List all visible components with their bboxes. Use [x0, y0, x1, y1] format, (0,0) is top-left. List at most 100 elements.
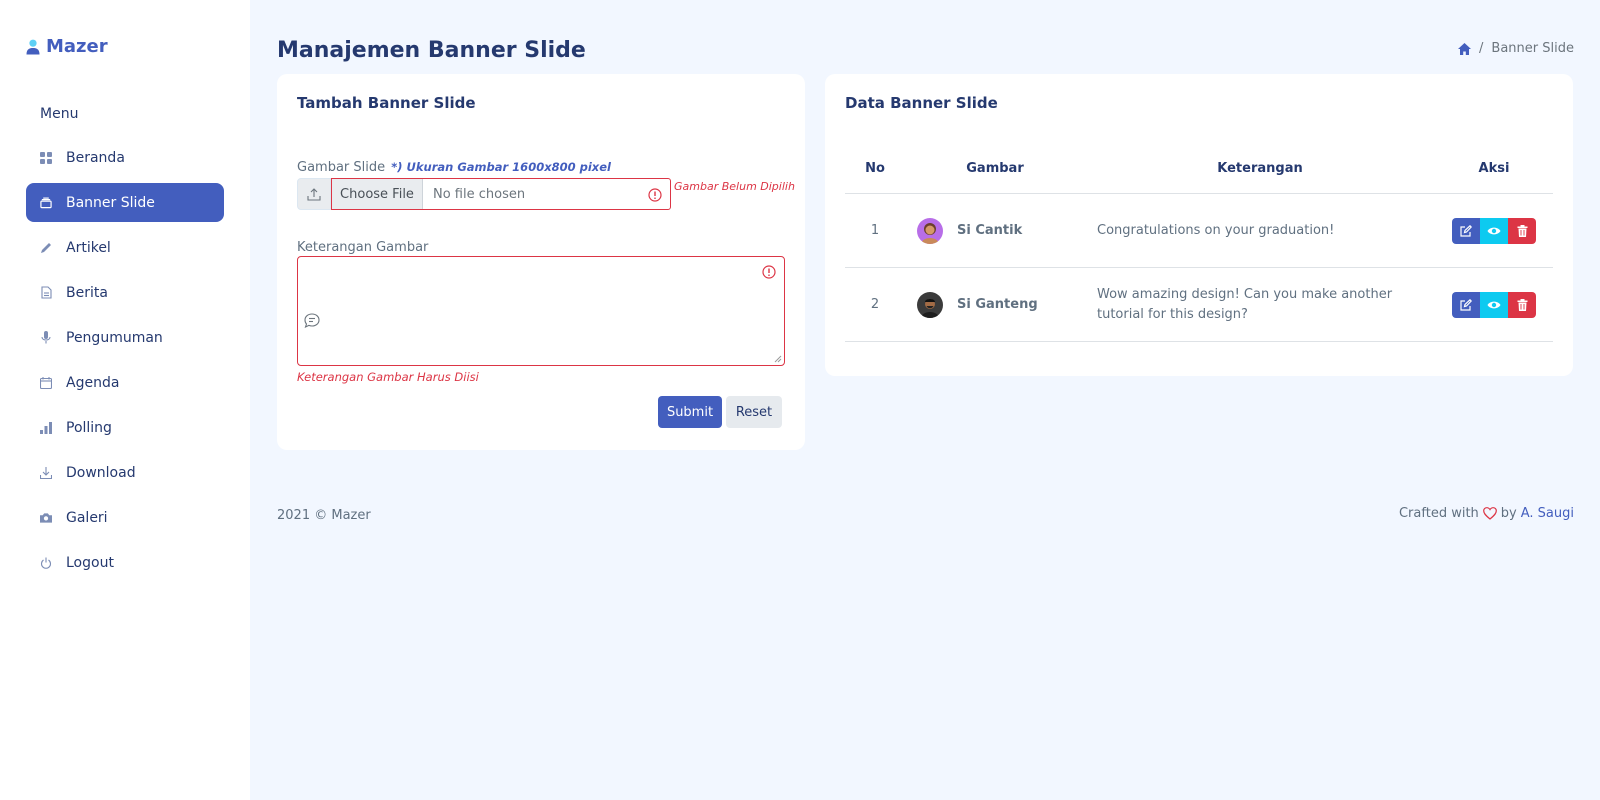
image-label-row: Gambar Slide *) Ukuran Gambar 1600x800 p…: [297, 160, 611, 175]
image-error-text: Gambar Belum Dipilih: [674, 180, 795, 193]
heart-icon: [1482, 507, 1497, 520]
error-icon: [648, 188, 662, 202]
table-row: 2 Si Ganteng Wow amazing design! Can you…: [845, 268, 1553, 342]
edit-icon: [1460, 298, 1472, 311]
add-banner-card: Tambah Banner Slide Gambar Slide *) Ukur…: [277, 74, 805, 450]
sidebar-item-galeri[interactable]: Galeri: [26, 498, 224, 537]
eye-icon: [1487, 227, 1501, 234]
calendar-icon: [40, 376, 52, 389]
row-actions: [1452, 291, 1536, 318]
row-image-cell: Si Ganteng: [905, 291, 1085, 318]
grid-icon: [40, 151, 52, 164]
table-header: No Gambar Keterangan Aksi: [845, 144, 1553, 194]
file-status-text: No file chosen: [433, 186, 526, 202]
sidebar-menu: Beranda Banner Slide Artikel Berita Peng…: [26, 138, 224, 588]
sidebar-item-banner-slide[interactable]: Banner Slide: [26, 183, 224, 222]
edit-icon: [1460, 224, 1472, 237]
description-error-text: Keterangan Gambar Harus Diisi: [297, 370, 479, 384]
sidebar-item-label: Pengumuman: [66, 329, 163, 346]
row-number: 2: [870, 297, 880, 312]
footer-by-text: by: [1500, 506, 1517, 521]
banner-data-title: Data Banner Slide: [845, 94, 998, 112]
logo[interactable]: Mazer: [26, 36, 108, 57]
chat-icon: [304, 313, 320, 328]
collection-icon: [40, 197, 52, 209]
delete-button[interactable]: [1508, 217, 1536, 244]
page-title: Manajemen Banner Slide: [277, 38, 586, 63]
bar-chart-icon: [40, 421, 52, 434]
resize-handle-icon[interactable]: [774, 355, 782, 363]
sidebar-item-label: Beranda: [66, 149, 125, 166]
footer-author-link[interactable]: A. Saugi: [1521, 506, 1574, 521]
row-description: Congratulations on your graduation!: [1097, 222, 1335, 238]
footer-copyright: 2021 © Mazer: [277, 508, 371, 523]
reset-button[interactable]: Reset: [726, 396, 782, 428]
eye-icon: [1487, 301, 1501, 308]
footer-crafted-text: Crafted with: [1398, 506, 1479, 521]
sidebar-item-label: Artikel: [66, 239, 111, 256]
choose-file-button[interactable]: Choose File: [332, 179, 423, 209]
sidebar-item-logout[interactable]: Logout: [26, 543, 224, 582]
user-icon: [26, 39, 40, 55]
breadcrumb-current: Banner Slide: [1491, 41, 1574, 56]
sidebar-item-pengumuman[interactable]: Pengumuman: [26, 318, 224, 357]
sidebar-item-polling[interactable]: Polling: [26, 408, 224, 447]
row-image-cell: Si Cantik: [905, 217, 1085, 244]
sidebar-item-label: Logout: [66, 554, 114, 571]
description-textarea-box: [297, 256, 785, 366]
image-label: Gambar Slide: [297, 160, 386, 175]
column-header-keterangan: Keterangan: [1217, 161, 1303, 176]
row-name: Si Ganteng: [957, 297, 1038, 312]
camera-icon: [40, 512, 52, 524]
row-name: Si Cantik: [957, 223, 1023, 238]
logo-text: Mazer: [46, 36, 108, 57]
file-input-group: Choose File No file chosen: [297, 178, 671, 210]
breadcrumb-separator: /: [1479, 41, 1484, 56]
image-file-input[interactable]: Choose File No file chosen: [331, 178, 671, 210]
column-header-no: No: [865, 161, 885, 176]
mic-icon: [40, 331, 52, 344]
sidebar-item-berita[interactable]: Berita: [26, 273, 224, 312]
column-header-aksi: Aksi: [1478, 161, 1510, 176]
sidebar-item-agenda[interactable]: Agenda: [26, 363, 224, 402]
sidebar-item-artikel[interactable]: Artikel: [26, 228, 224, 267]
row-description: Wow amazing design! Can you make another…: [1097, 286, 1393, 322]
description-textarea[interactable]: [298, 257, 784, 365]
submit-button[interactable]: Submit: [658, 396, 722, 428]
sidebar-item-label: Agenda: [66, 374, 120, 391]
file-icon: [40, 286, 52, 299]
sidebar-item-label: Polling: [66, 419, 112, 436]
upload-icon: [297, 178, 331, 210]
view-button[interactable]: [1480, 217, 1508, 244]
trash-icon: [1517, 224, 1527, 237]
sidebar-item-beranda[interactable]: Beranda: [26, 138, 224, 177]
banner-data-card: Data Banner Slide No Gambar Keterangan A…: [825, 74, 1573, 376]
sidebar-item-label: Berita: [66, 284, 108, 301]
banner-table: No Gambar Keterangan Aksi 1 Si Cantik Co…: [845, 144, 1553, 342]
sidebar-item-label: Galeri: [66, 509, 108, 526]
sidebar-item-download[interactable]: Download: [26, 453, 224, 492]
table-row: 1 Si Cantik Congratulations on your grad…: [845, 194, 1553, 268]
sidebar-item-label: Download: [66, 464, 136, 481]
row-actions: [1452, 217, 1536, 244]
image-size-hint: *) Ukuran Gambar 1600x800 pixel: [391, 160, 611, 174]
description-label: Keterangan Gambar: [297, 240, 429, 255]
download-icon: [40, 466, 52, 479]
add-banner-title: Tambah Banner Slide: [297, 94, 476, 112]
breadcrumb: / Banner Slide: [1458, 41, 1574, 56]
view-button[interactable]: [1480, 291, 1508, 318]
power-icon: [40, 557, 52, 569]
delete-button[interactable]: [1508, 291, 1536, 318]
footer-credit: Crafted with by A. Saugi: [1399, 506, 1574, 521]
sidebar: Mazer Menu Beranda Banner Slide Artikel: [0, 0, 250, 800]
avatar: [917, 217, 943, 244]
edit-button[interactable]: [1452, 217, 1480, 244]
edit-button[interactable]: [1452, 291, 1480, 318]
trash-icon: [1517, 298, 1527, 311]
sidebar-item-label: Banner Slide: [66, 194, 155, 211]
avatar: [917, 291, 943, 318]
column-header-gambar: Gambar: [966, 161, 1024, 176]
error-icon: [762, 265, 776, 279]
pen-icon: [40, 242, 52, 254]
home-icon[interactable]: [1458, 42, 1472, 55]
